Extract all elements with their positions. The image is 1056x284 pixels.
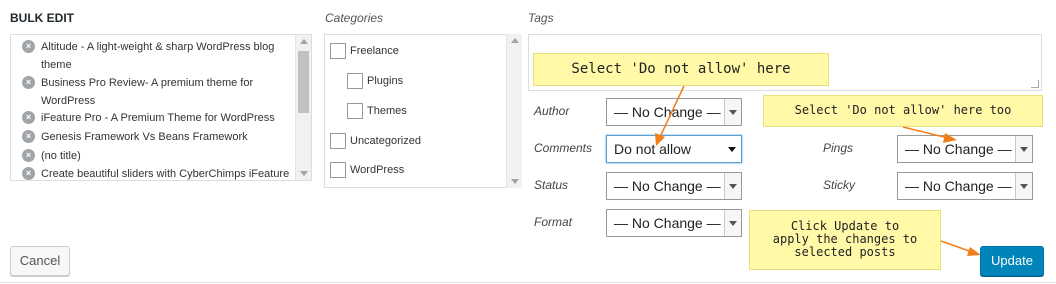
category-checkbox[interactable]	[347, 73, 363, 89]
scroll-down-icon[interactable]	[511, 179, 519, 184]
pings-select-value: — No Change —	[905, 141, 1012, 157]
category-checkbox[interactable]	[330, 162, 346, 178]
scroll-up-icon[interactable]	[511, 38, 519, 43]
chevron-down-icon[interactable]	[1015, 173, 1032, 199]
categories-scrollbar[interactable]	[506, 34, 522, 188]
post-title: Genesis Framework Vs Beans Framework	[41, 131, 248, 143]
list-item: × Genesis Framework Vs Beans Framework	[22, 128, 294, 146]
list-item: × Create beautiful sliders with CyberChi…	[22, 165, 294, 180]
list-item: × iFeature Pro - A Premium Theme for Wor…	[22, 109, 294, 127]
chevron-down-icon[interactable]	[1015, 136, 1032, 162]
format-select[interactable]: — No Change —	[606, 209, 742, 237]
category-item-themes[interactable]: Themes	[347, 103, 407, 121]
author-select[interactable]: — No Change —	[606, 98, 742, 126]
post-title: Create beautiful sliders with CyberChimp…	[41, 168, 290, 180]
list-item: × (no title)	[22, 147, 294, 165]
chevron-down-icon[interactable]	[724, 173, 741, 199]
status-select-value: — No Change —	[614, 178, 721, 194]
remove-post-icon[interactable]: ×	[22, 167, 35, 180]
post-title: Business Pro Review- A premium theme for…	[41, 77, 254, 107]
remove-post-icon[interactable]: ×	[22, 111, 35, 124]
comments-label: Comments	[534, 141, 593, 155]
scrollbar-thumb[interactable]	[298, 51, 309, 113]
remove-post-icon[interactable]: ×	[22, 76, 35, 89]
scroll-down-icon[interactable]	[300, 171, 308, 176]
categories-checklist: Freelance Plugins Themes Uncategorized W…	[324, 34, 522, 188]
category-checkbox[interactable]	[330, 133, 346, 149]
list-item: × Business Pro Review- A premium theme f…	[22, 74, 294, 110]
update-hint-line: selected posts	[794, 245, 896, 259]
posts-scrollbar[interactable]	[295, 35, 311, 180]
comments-hint-callout: Select 'Do not allow' here	[533, 53, 829, 86]
remove-post-icon[interactable]: ×	[22, 149, 35, 162]
update-hint-callout: Click Update to apply the changes to sel…	[749, 210, 941, 270]
format-label: Format	[534, 215, 573, 229]
comments-select-value: Do not allow	[614, 141, 692, 157]
pings-hint-callout: Select 'Do not allow' here too	[763, 95, 1043, 127]
scroll-up-icon[interactable]	[300, 39, 308, 44]
arrow-head-icon	[967, 247, 981, 256]
sticky-label: Sticky	[823, 178, 856, 192]
update-arrow	[940, 240, 973, 253]
author-select-value: — No Change —	[614, 104, 721, 120]
status-select[interactable]: — No Change —	[606, 172, 742, 200]
chevron-down-icon[interactable]	[724, 136, 741, 162]
post-title: Altitude - A light-weight & sharp WordPr…	[41, 41, 275, 71]
chevron-down-icon[interactable]	[724, 99, 741, 125]
sticky-select[interactable]: — No Change —	[897, 172, 1033, 200]
list-item: × Altitude - A light-weight & sharp Word…	[22, 38, 294, 74]
cancel-button[interactable]: Cancel	[10, 246, 70, 276]
format-select-value: — No Change —	[614, 215, 721, 231]
divider	[0, 282, 1056, 283]
post-title: (no title)	[41, 150, 81, 162]
categories-title: Categories	[325, 11, 384, 25]
status-label: Status	[534, 178, 569, 192]
author-label: Author	[534, 104, 570, 118]
category-item-plugins[interactable]: Plugins	[347, 73, 403, 91]
category-checkbox[interactable]	[330, 43, 346, 59]
category-item-uncategorized[interactable]: Uncategorized	[330, 133, 421, 151]
sticky-select-value: — No Change —	[905, 178, 1012, 194]
chevron-down-icon[interactable]	[724, 210, 741, 236]
comments-select[interactable]: Do not allow	[606, 135, 742, 163]
category-item-freelance[interactable]: Freelance	[330, 43, 399, 61]
resize-handle-icon[interactable]	[1031, 80, 1039, 88]
selected-posts-list[interactable]: × Altitude - A light-weight & sharp Word…	[10, 34, 312, 181]
update-button[interactable]: Update	[980, 246, 1044, 276]
category-item-wordpress[interactable]: WordPress	[330, 162, 404, 180]
tags-title: Tags	[528, 11, 554, 25]
category-checkbox[interactable]	[347, 103, 363, 119]
remove-post-icon[interactable]: ×	[22, 130, 35, 143]
post-title: iFeature Pro - A Premium Theme for WordP…	[41, 112, 275, 124]
pings-label: Pings	[823, 141, 854, 155]
pings-select[interactable]: — No Change —	[897, 135, 1033, 163]
bulk-edit-title: BULK EDIT	[10, 11, 74, 25]
remove-post-icon[interactable]: ×	[22, 40, 35, 53]
